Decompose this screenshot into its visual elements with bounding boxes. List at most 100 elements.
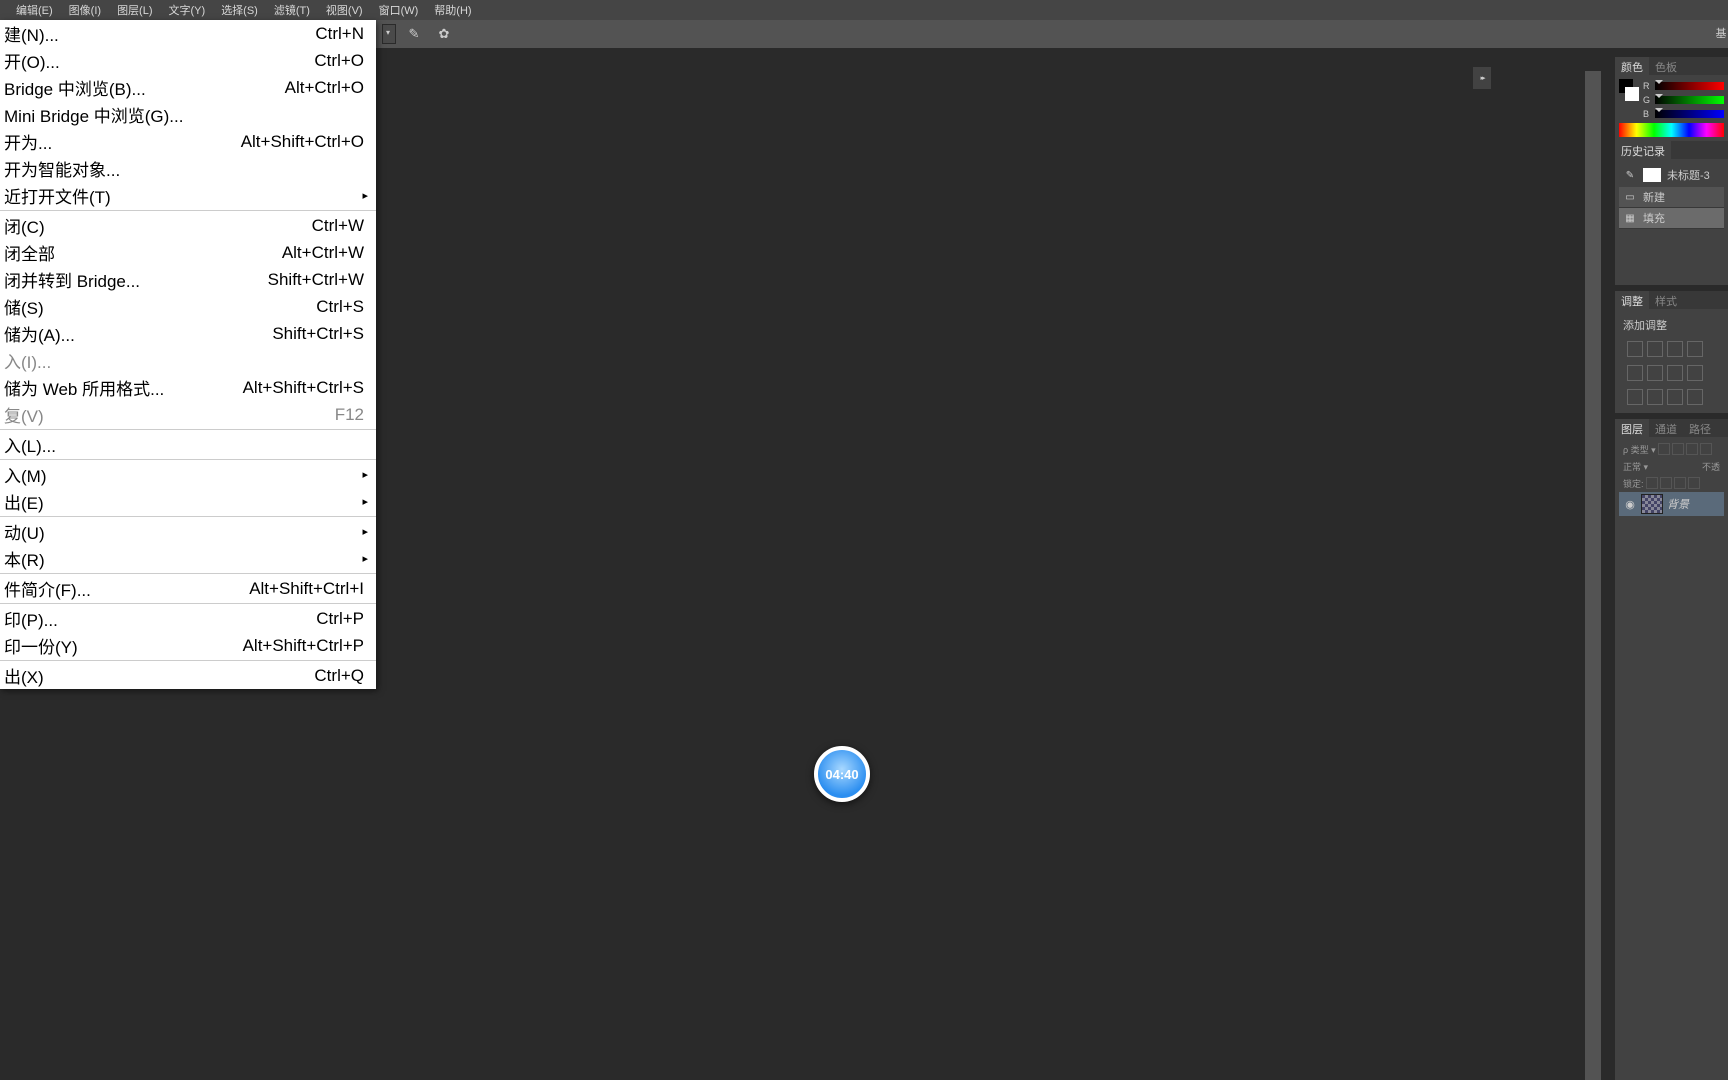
- channel-mixer-icon[interactable]: [1647, 389, 1663, 405]
- lock-position-icon[interactable]: [1674, 477, 1686, 489]
- file-menu-item[interactable]: 入(L)...: [0, 431, 376, 458]
- hue-sat-icon[interactable]: [1647, 365, 1663, 381]
- vibrance-icon[interactable]: [1627, 365, 1643, 381]
- menu-item-label: Bridge 中浏览(B)...: [4, 75, 146, 100]
- menu-item-label: 闭(C): [4, 213, 45, 238]
- filter-shape-icon[interactable]: [1700, 443, 1712, 455]
- file-menu-item[interactable]: 建(N)...Ctrl+N: [0, 20, 376, 47]
- history-panel: ✎ 未标题-3 ▭ 新建 ▦ 填充: [1615, 159, 1728, 285]
- file-menu-item[interactable]: 闭全部Alt+Ctrl+W: [0, 239, 376, 266]
- layer-opacity-label: 不透: [1702, 460, 1720, 473]
- color-panel: R G B: [1615, 75, 1728, 141]
- menu-item-label: 建(N)...: [4, 21, 59, 46]
- menu-item-label: 入(I)...: [4, 348, 51, 373]
- file-menu-item[interactable]: 印一份(Y)Alt+Shift+Ctrl+P: [0, 632, 376, 659]
- brightness-contrast-icon[interactable]: [1627, 341, 1643, 357]
- visibility-icon[interactable]: ◉: [1623, 498, 1637, 511]
- filter-adjust-icon[interactable]: [1672, 443, 1684, 455]
- file-menu-item[interactable]: 印(P)...Ctrl+P: [0, 605, 376, 632]
- menu-item-shortcut: Alt+Shift+Ctrl+O: [241, 132, 364, 152]
- file-menu-item[interactable]: 入(M): [0, 461, 376, 488]
- file-menu-item[interactable]: Mini Bridge 中浏览(G)...: [0, 101, 376, 128]
- filter-pixel-icon[interactable]: [1658, 443, 1670, 455]
- blend-mode-select[interactable]: 正常 ▾: [1623, 460, 1648, 473]
- history-step-fill[interactable]: ▦ 填充: [1619, 208, 1724, 229]
- tab-swatches[interactable]: 色板: [1649, 57, 1683, 75]
- menu-layer[interactable]: 图层(L): [109, 2, 160, 18]
- new-doc-icon: ▭: [1623, 190, 1637, 204]
- photo-filter-icon[interactable]: [1627, 389, 1643, 405]
- layer-name[interactable]: 背景: [1667, 496, 1689, 512]
- color-lookup-icon[interactable]: [1667, 389, 1683, 405]
- tab-layers[interactable]: 图层: [1615, 419, 1649, 437]
- vertical-scrollbar[interactable]: [1585, 71, 1601, 1080]
- color-balance-icon[interactable]: [1667, 365, 1683, 381]
- lock-pixels-icon[interactable]: [1660, 477, 1672, 489]
- menu-filter[interactable]: 滤镜(T): [266, 2, 318, 18]
- file-menu-item[interactable]: Bridge 中浏览(B)...Alt+Ctrl+O: [0, 74, 376, 101]
- r-label: R: [1643, 81, 1651, 91]
- file-menu-item[interactable]: 闭(C)Ctrl+W: [0, 212, 376, 239]
- menu-item-label: 开为智能对象...: [4, 156, 120, 181]
- tab-channels[interactable]: 通道: [1649, 419, 1683, 437]
- menu-item-label: 印(P)...: [4, 606, 58, 631]
- tab-history[interactable]: 历史记录: [1615, 141, 1671, 159]
- lock-transparency-icon[interactable]: [1646, 477, 1658, 489]
- menu-item-label: 开为...: [4, 129, 52, 154]
- file-menu-item[interactable]: 出(X)Ctrl+Q: [0, 662, 376, 689]
- tab-paths[interactable]: 路径: [1683, 419, 1717, 437]
- background-swatch[interactable]: [1625, 87, 1639, 101]
- file-menu-item[interactable]: 开为... Alt+Shift+Ctrl+O: [0, 128, 376, 155]
- file-menu-item[interactable]: 本(R): [0, 545, 376, 572]
- airbrush-icon[interactable]: ✿: [436, 26, 452, 42]
- file-menu-item[interactable]: 近打开文件(T): [0, 182, 376, 209]
- file-menu-item[interactable]: 闭并转到 Bridge...Shift+Ctrl+W: [0, 266, 376, 293]
- file-menu-item: 复(V)F12: [0, 401, 376, 428]
- menu-view[interactable]: 视图(V): [318, 2, 371, 18]
- exposure-icon[interactable]: [1687, 341, 1703, 357]
- color-spectrum[interactable]: [1619, 123, 1724, 137]
- pressure-opacity-icon[interactable]: ✎: [406, 26, 422, 42]
- snapshot-name: 未标题-3: [1667, 167, 1710, 183]
- menu-edit[interactable]: 编辑(E): [8, 2, 61, 18]
- menu-item-label: 出(X): [4, 663, 44, 688]
- lock-all-icon[interactable]: [1688, 477, 1700, 489]
- levels-icon[interactable]: [1647, 341, 1663, 357]
- menu-image[interactable]: 图像(I): [61, 2, 109, 18]
- file-menu-item[interactable]: 储为 Web 所用格式...Alt+Shift+Ctrl+S: [0, 374, 376, 401]
- r-slider[interactable]: [1655, 82, 1724, 90]
- file-menu-item[interactable]: 储(S)Ctrl+S: [0, 293, 376, 320]
- history-step-new[interactable]: ▭ 新建: [1619, 187, 1724, 208]
- history-snapshot[interactable]: ✎ 未标题-3: [1619, 163, 1724, 187]
- g-slider[interactable]: [1655, 96, 1724, 104]
- timer-widget[interactable]: 04:40: [814, 746, 870, 802]
- tab-adjustments[interactable]: 调整: [1615, 291, 1649, 309]
- brush-icon: ✎: [1623, 168, 1637, 182]
- file-menu-item[interactable]: 储为(A)...Shift+Ctrl+S: [0, 320, 376, 347]
- menu-item-label: 入(M): [4, 462, 46, 487]
- filter-type-icon[interactable]: [1686, 443, 1698, 455]
- menu-type[interactable]: 文字(Y): [161, 2, 214, 18]
- invert-icon[interactable]: [1687, 389, 1703, 405]
- file-menu-item[interactable]: 开(O)...Ctrl+O: [0, 47, 376, 74]
- layer-filter-kind[interactable]: ρ 类型 ▾: [1623, 443, 1656, 456]
- essentials-workspace-button[interactable]: 基: [1714, 22, 1728, 46]
- tab-styles[interactable]: 样式: [1649, 291, 1683, 309]
- menu-item-shortcut: Alt+Shift+Ctrl+P: [243, 636, 364, 656]
- menu-item-label: 入(L)...: [4, 432, 56, 457]
- b-slider[interactable]: [1655, 110, 1724, 118]
- brush-preset-dropdown[interactable]: [382, 24, 396, 44]
- file-menu-item[interactable]: 件简介(F)...Alt+Shift+Ctrl+I: [0, 575, 376, 602]
- file-menu-item[interactable]: 出(E): [0, 488, 376, 515]
- layer-thumbnail[interactable]: [1641, 494, 1663, 514]
- bw-icon[interactable]: [1687, 365, 1703, 381]
- curves-icon[interactable]: [1667, 341, 1683, 357]
- panel-collapse-handle[interactable]: [1473, 67, 1491, 89]
- file-menu-item[interactable]: 开为智能对象...: [0, 155, 376, 182]
- file-menu-item[interactable]: 动(U): [0, 518, 376, 545]
- tab-color[interactable]: 颜色: [1615, 57, 1649, 75]
- menu-help[interactable]: 帮助(H): [426, 2, 479, 18]
- menu-select[interactable]: 选择(S): [213, 2, 266, 18]
- menu-window[interactable]: 窗口(W): [371, 2, 427, 18]
- layer-row-background[interactable]: ◉ 背景: [1619, 492, 1724, 516]
